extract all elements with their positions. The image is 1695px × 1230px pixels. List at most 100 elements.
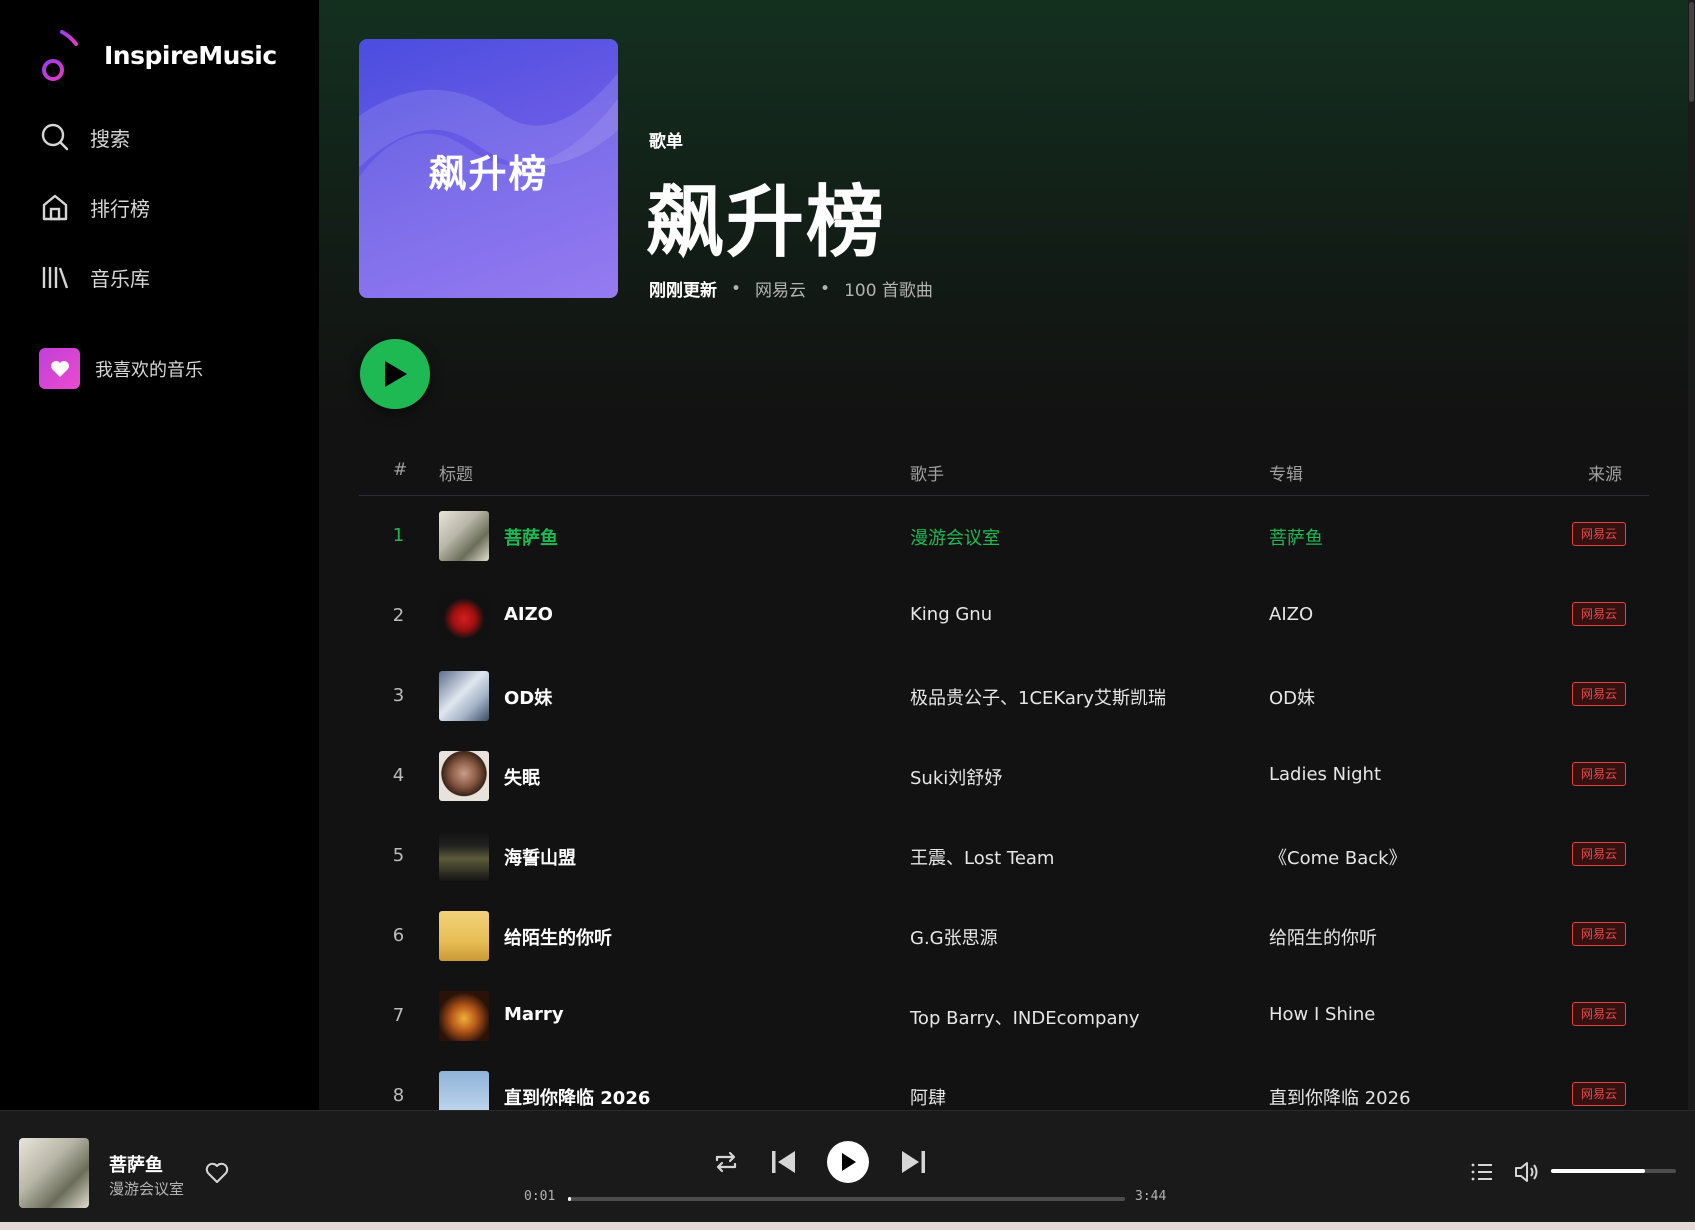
- play-all-button[interactable]: [360, 339, 430, 409]
- source-badge: 网易云: [1572, 522, 1626, 546]
- track-artist[interactable]: 王震、Lost Team: [910, 844, 1054, 870]
- source-badge: 网易云: [1572, 922, 1626, 946]
- playlist-kind: 歌单: [649, 132, 683, 152]
- nav-library[interactable]: 音乐库: [40, 262, 150, 292]
- sidebar: InspireMusic 搜索 排行榜 音乐库 我喜欢的音乐: [0, 0, 319, 1110]
- current-time: 0:01: [524, 1189, 556, 1204]
- track-title[interactable]: 给陌生的你听: [504, 924, 612, 950]
- like-icon[interactable]: [205, 1162, 229, 1184]
- nav-charts[interactable]: 排行榜: [40, 192, 150, 222]
- next-icon[interactable]: [899, 1147, 929, 1177]
- track-album[interactable]: Ladies Night: [1269, 764, 1381, 785]
- track-row[interactable]: 3 OD妹 极品贵公子、1CEKary艾斯凯瑞 OD妹 网易云: [359, 656, 1649, 736]
- track-title[interactable]: 直到你降临 2026: [504, 1084, 650, 1110]
- source-badge: 网易云: [1572, 1002, 1626, 1026]
- track-row[interactable]: 7 Marry Top Barry、INDEcompany How I Shin…: [359, 976, 1649, 1056]
- favorite-label: 我喜欢的音乐: [95, 359, 203, 381]
- progress-fill: [568, 1197, 572, 1201]
- heart-icon: [50, 360, 69, 377]
- track-artist[interactable]: G.G张思源: [910, 924, 998, 950]
- track-number: 8: [392, 1085, 405, 1106]
- track-number: 1: [392, 525, 405, 546]
- track-album[interactable]: How I Shine: [1269, 1004, 1375, 1025]
- track-row[interactable]: 1 菩萨鱼 漫游会议室 菩萨鱼 网易云: [359, 496, 1649, 576]
- track-cover: [439, 991, 489, 1041]
- cover-title: 飙升榜: [428, 152, 549, 196]
- track-title[interactable]: Marry: [504, 1004, 564, 1025]
- header-source[interactable]: 来源: [1588, 460, 1622, 485]
- now-playing-title[interactable]: 菩萨鱼: [109, 1151, 163, 1177]
- volume-slider[interactable]: [1551, 1169, 1676, 1173]
- progress-bar[interactable]: [568, 1197, 1125, 1201]
- search-icon: [41, 123, 69, 151]
- nav-library-label: 音乐库: [90, 266, 150, 291]
- header-album[interactable]: 专辑: [1269, 460, 1303, 485]
- playlist-count: 100 首歌曲: [844, 281, 933, 301]
- track-title[interactable]: 海誓山盟: [504, 844, 576, 870]
- track-cover: [439, 671, 489, 721]
- nav-charts-label: 排行榜: [90, 196, 150, 221]
- header-artist[interactable]: 歌手: [910, 460, 944, 485]
- track-number: 6: [392, 925, 405, 946]
- playlist-source: 网易云: [755, 281, 807, 301]
- track-album[interactable]: 给陌生的你听: [1269, 924, 1377, 950]
- favorite-music-item[interactable]: 我喜欢的音乐: [39, 348, 203, 389]
- now-playing-cover[interactable]: [19, 1138, 89, 1208]
- track-row[interactable]: 5 海誓山盟 王震、Lost Team 《Come Back》 网易云: [359, 816, 1649, 896]
- track-artist[interactable]: 极品贵公子、1CEKary艾斯凯瑞: [910, 684, 1166, 710]
- track-title[interactable]: 失眠: [504, 764, 540, 790]
- track-album[interactable]: AIZO: [1269, 604, 1313, 625]
- track-artist[interactable]: 阿肆: [910, 1084, 946, 1110]
- main-content: 飙升榜 歌单 飙升榜 刚刚更新 • 网易云 • 100 首歌曲 # 标题 歌手 …: [319, 0, 1695, 1110]
- app-logo[interactable]: InspireMusic: [40, 28, 277, 82]
- track-cover: [439, 911, 489, 961]
- track-album[interactable]: OD妹: [1269, 684, 1315, 710]
- now-playing-artist[interactable]: 漫游会议室: [109, 1178, 184, 1199]
- main-scrollbar-track[interactable]: [1688, 0, 1695, 1110]
- nav-search-label: 搜索: [90, 126, 130, 151]
- track-album[interactable]: 《Come Back》: [1269, 844, 1407, 870]
- track-title[interactable]: AIZO: [504, 604, 553, 625]
- meta-separator: •: [820, 278, 831, 299]
- track-row[interactable]: 6 给陌生的你听 G.G张思源 给陌生的你听 网易云: [359, 896, 1649, 976]
- source-badge: 网易云: [1572, 602, 1626, 626]
- previous-icon[interactable]: [768, 1147, 798, 1177]
- queue-icon[interactable]: [1470, 1161, 1494, 1183]
- track-album[interactable]: 菩萨鱼: [1269, 524, 1323, 550]
- main-scrollbar-thumb[interactable]: [1689, 2, 1694, 102]
- play-icon: [842, 1153, 856, 1171]
- total-time: 3:44: [1135, 1189, 1167, 1204]
- table-header: # 标题 歌手 专辑 来源: [359, 458, 1649, 496]
- track-cover: [439, 1071, 489, 1110]
- track-row[interactable]: 2 AIZO King Gnu AIZO 网易云: [359, 576, 1649, 656]
- music-note-icon: [42, 30, 78, 81]
- track-number: 4: [392, 765, 405, 786]
- volume-fill: [1551, 1169, 1645, 1173]
- source-badge: 网易云: [1572, 1082, 1626, 1106]
- track-number: 7: [392, 1005, 405, 1026]
- track-title[interactable]: 菩萨鱼: [504, 524, 558, 550]
- track-album[interactable]: 直到你降临 2026: [1269, 1084, 1411, 1110]
- app-name: InspireMusic: [104, 40, 277, 70]
- nav-search[interactable]: 搜索: [40, 122, 130, 152]
- track-row[interactable]: 8 直到你降临 2026 阿肆 直到你降临 2026 网易云: [359, 1056, 1649, 1110]
- window-bottom-edge: [0, 1222, 1695, 1230]
- track-artist[interactable]: Suki刘舒妤: [910, 764, 1002, 790]
- track-cover: [439, 831, 489, 881]
- header-number: #: [393, 460, 408, 480]
- track-number: 3: [392, 685, 405, 706]
- track-number: 5: [392, 845, 405, 866]
- track-artist[interactable]: Top Barry、INDEcompany: [910, 1004, 1140, 1030]
- volume-icon[interactable]: [1513, 1160, 1539, 1184]
- playlist-meta: 刚刚更新 • 网易云 • 100 首歌曲: [649, 276, 933, 302]
- track-title[interactable]: OD妹: [504, 684, 552, 710]
- source-badge: 网易云: [1572, 682, 1626, 706]
- track-artist[interactable]: King Gnu: [910, 604, 992, 625]
- repeat-icon[interactable]: [713, 1149, 739, 1175]
- header-title[interactable]: 标题: [439, 460, 473, 485]
- track-artist[interactable]: 漫游会议室: [910, 524, 1000, 550]
- play-icon: [385, 361, 407, 387]
- track-cover: [439, 751, 489, 801]
- track-row[interactable]: 4 失眠 Suki刘舒妤 Ladies Night 网易云: [359, 736, 1649, 816]
- play-pause-button[interactable]: [827, 1141, 869, 1183]
